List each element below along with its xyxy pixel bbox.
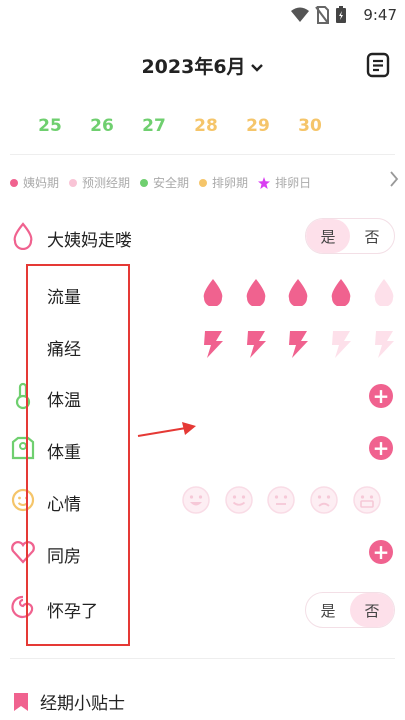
status-time: 9:47 (363, 6, 397, 24)
cramp-bolt-icon[interactable] (244, 329, 268, 359)
legend-label: 安全期 (153, 176, 190, 190)
add-intimacy-button[interactable]: + (369, 540, 393, 564)
legend-dot (199, 178, 208, 187)
period-yes-option[interactable]: 是 (306, 219, 350, 253)
period-no-option[interactable]: 否 (350, 219, 394, 253)
period-tips-section[interactable]: 经期小贴士 (12, 689, 125, 714)
date-item[interactable]: 27 (128, 116, 180, 136)
legend-item: 预测经期 (69, 174, 130, 191)
no-sim-icon (315, 6, 329, 24)
mood-smile-icon[interactable] (224, 485, 254, 515)
cramp-bolt-icon[interactable] (201, 329, 225, 359)
date-item[interactable]: 28 (180, 116, 232, 136)
page-title: 2023年6月 (141, 56, 246, 78)
legend-dot (140, 178, 149, 187)
legend-dot (10, 178, 18, 187)
pregnant-no-option[interactable]: 否 (350, 593, 394, 627)
flow-drop-icon[interactable] (287, 278, 309, 306)
drop-icon (13, 222, 33, 250)
date-item[interactable]: 25 (24, 116, 76, 136)
cramp-bolt-icon[interactable] (286, 329, 310, 359)
add-temperature-button[interactable]: + (369, 384, 393, 408)
flow-drop-icon[interactable] (245, 278, 267, 306)
flow-drop-icon[interactable] (202, 278, 224, 306)
flow-drop-icon[interactable] (330, 278, 352, 306)
mood-angry-icon[interactable] (352, 485, 382, 515)
date-strip: 25 26 27 28 29 30 (24, 116, 336, 136)
chevron-right-icon[interactable] (389, 170, 399, 188)
date-item[interactable]: 30 (284, 116, 336, 136)
legend: 姨妈期 预测经期 安全期 排卵期 排卵日 (10, 174, 321, 191)
period-toggle[interactable]: 是 否 (305, 218, 395, 254)
pregnant-yes-option[interactable]: 是 (306, 593, 350, 627)
legend-label: 姨妈期 (23, 176, 60, 190)
app-screen: 9:47 2023年6月 25 26 27 28 29 30 姨妈期 预测经期 安全期 排卵期 排… (0, 0, 405, 720)
legend-item: 姨妈期 (10, 174, 59, 191)
legend-item: 排卵期 (199, 174, 248, 191)
date-item[interactable]: 26 (76, 116, 128, 136)
legend-item: 安全期 (140, 174, 189, 191)
pregnant-toggle[interactable]: 是 否 (305, 592, 395, 628)
divider (10, 154, 395, 155)
period-label: 大姨妈走喽 (47, 231, 132, 251)
date-item[interactable]: 29 (232, 116, 284, 136)
legend-label: 排卵日 (275, 176, 312, 190)
cramp-bolt-icon[interactable] (372, 329, 396, 359)
legend-item: 排卵日 (258, 174, 311, 191)
legend-label: 排卵期 (212, 176, 249, 190)
mood-neutral-icon[interactable] (266, 485, 296, 515)
legend-label: 预测经期 (82, 176, 131, 190)
status-icons (291, 6, 347, 24)
tips-label: 经期小贴士 (40, 694, 125, 714)
add-weight-button[interactable]: + (369, 436, 393, 460)
annotation-arrow-icon (137, 422, 196, 437)
cramp-bolt-icon[interactable] (329, 329, 353, 359)
chevron-down-icon (250, 64, 263, 72)
status-bar: 9:47 (0, 0, 405, 32)
notebook-icon[interactable] (365, 52, 391, 78)
annotation-box (26, 264, 130, 646)
bookmark-icon (14, 692, 28, 711)
mood-happy-icon[interactable] (181, 485, 211, 515)
star-icon (258, 176, 271, 189)
flow-drop-icon[interactable] (373, 278, 395, 306)
battery-icon (336, 6, 346, 23)
wifi-icon (291, 7, 309, 22)
month-selector[interactable]: 2023年6月 (0, 52, 405, 79)
legend-dot (69, 178, 78, 187)
mood-sad-icon[interactable] (309, 485, 339, 515)
divider (10, 658, 395, 659)
